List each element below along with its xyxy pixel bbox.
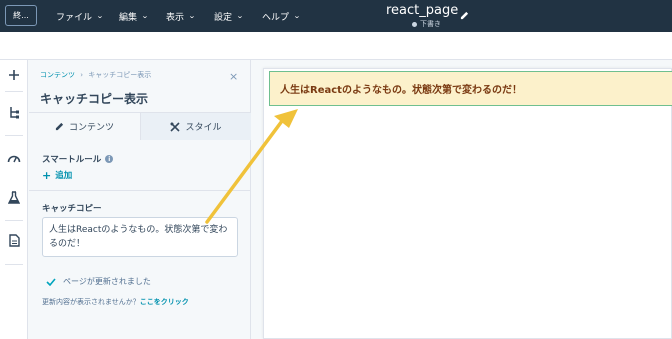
status-dot-icon xyxy=(412,21,417,27)
rail-divider xyxy=(5,91,23,92)
checkmark-icon xyxy=(46,277,56,286)
breadcrumb-separator: › xyxy=(80,71,84,79)
catch-copy-heading: キャッチコピー xyxy=(42,202,102,214)
module-settings-panel: コンテンツ › キャッチコピー表示 × キャッチコピー表示 コンテンツ スタイル… xyxy=(29,60,251,339)
flask-icon[interactable] xyxy=(6,189,22,205)
section-divider xyxy=(29,190,251,191)
page-title: react_page xyxy=(386,3,459,18)
tab-content-label: コンテンツ xyxy=(68,123,114,133)
tools-icon xyxy=(170,121,181,132)
menu-view[interactable]: 表示 ⌄ xyxy=(166,0,196,32)
exit-button[interactable]: 終... xyxy=(5,5,37,26)
tab-style-label: スタイル xyxy=(185,123,222,133)
smart-rule-heading: スマートルール i xyxy=(42,153,114,165)
info-icon[interactable]: i xyxy=(105,155,114,163)
menu-edit-label: 編集 xyxy=(119,12,138,23)
plus-icon: + xyxy=(42,168,52,182)
update-notice: ページが更新されました xyxy=(46,276,151,287)
left-icon-rail xyxy=(0,60,28,339)
rail-divider xyxy=(5,220,23,221)
chevron-down-icon: ⌄ xyxy=(236,12,244,20)
document-icon[interactable] xyxy=(6,232,22,248)
top-nav-bar: 終... ファイル ⌄ 編集 ⌄ 表示 ⌄ 設定 ⌄ ヘルプ ⌄ react_p… xyxy=(0,0,672,32)
menu-settings-label: 設定 xyxy=(214,12,233,23)
panel-title: キャッチコピー表示 xyxy=(40,92,149,106)
chevron-down-icon: ⌄ xyxy=(96,12,104,20)
chevron-down-icon: ⌄ xyxy=(188,12,196,20)
status-text: 下書き xyxy=(420,20,441,28)
menu-help-label: ヘルプ xyxy=(262,12,290,23)
refresh-link[interactable]: ここをクリック xyxy=(140,298,189,306)
menu-help[interactable]: ヘルプ ⌄ xyxy=(262,0,301,32)
update-notice-text: ページが更新されました xyxy=(63,277,151,286)
menu-view-label: 表示 xyxy=(166,12,185,23)
smart-rule-label: スマートルール xyxy=(42,155,102,165)
menu-file-label: ファイル xyxy=(56,12,93,23)
panel-tabs: コンテンツ スタイル xyxy=(29,112,251,140)
tab-style[interactable]: スタイル xyxy=(140,113,251,140)
pencil-icon[interactable] xyxy=(460,5,469,24)
breadcrumb-current: キャッチコピー表示 xyxy=(88,71,152,79)
pencil-icon xyxy=(55,122,64,131)
catch-copy-textarea[interactable]: 人生はReactのようなもの。状態次第で変わるのだ！ xyxy=(42,217,238,257)
catch-copy-banner[interactable]: 人生はReactのようなもの。状態次第で変わるのだ！ xyxy=(269,71,672,106)
page-preview-canvas[interactable] xyxy=(263,68,672,339)
menu-settings[interactable]: 設定 ⌄ xyxy=(214,0,244,32)
rail-divider xyxy=(5,264,23,265)
rail-divider xyxy=(5,135,23,136)
status-badge: 下書き xyxy=(412,19,441,29)
refresh-prompt-text: 更新内容が表示されませんか？ xyxy=(42,298,140,306)
chevron-down-icon: ⌄ xyxy=(141,12,149,20)
chevron-down-icon: ⌄ xyxy=(293,12,301,20)
gauge-icon[interactable] xyxy=(6,150,22,166)
tab-content[interactable]: コンテンツ xyxy=(29,113,140,140)
breadcrumb-link[interactable]: コンテンツ xyxy=(40,71,75,79)
refresh-prompt: 更新内容が表示されませんか？ここをクリック xyxy=(42,297,189,307)
add-label: 追加 xyxy=(55,171,73,181)
breadcrumb: コンテンツ › キャッチコピー表示 xyxy=(40,70,151,80)
close-icon[interactable]: × xyxy=(229,71,238,82)
page-title-area: react_page 下書き xyxy=(380,3,490,31)
tree-icon[interactable] xyxy=(6,104,22,120)
plus-icon[interactable] xyxy=(6,67,22,83)
add-smart-rule-button[interactable]: + 追加 xyxy=(42,168,73,182)
menu-edit[interactable]: 編集 ⌄ xyxy=(119,0,149,32)
editor-toolbar xyxy=(0,32,672,60)
catch-copy-label: キャッチコピー xyxy=(42,204,102,214)
menu-file[interactable]: ファイル ⌄ xyxy=(56,0,104,32)
